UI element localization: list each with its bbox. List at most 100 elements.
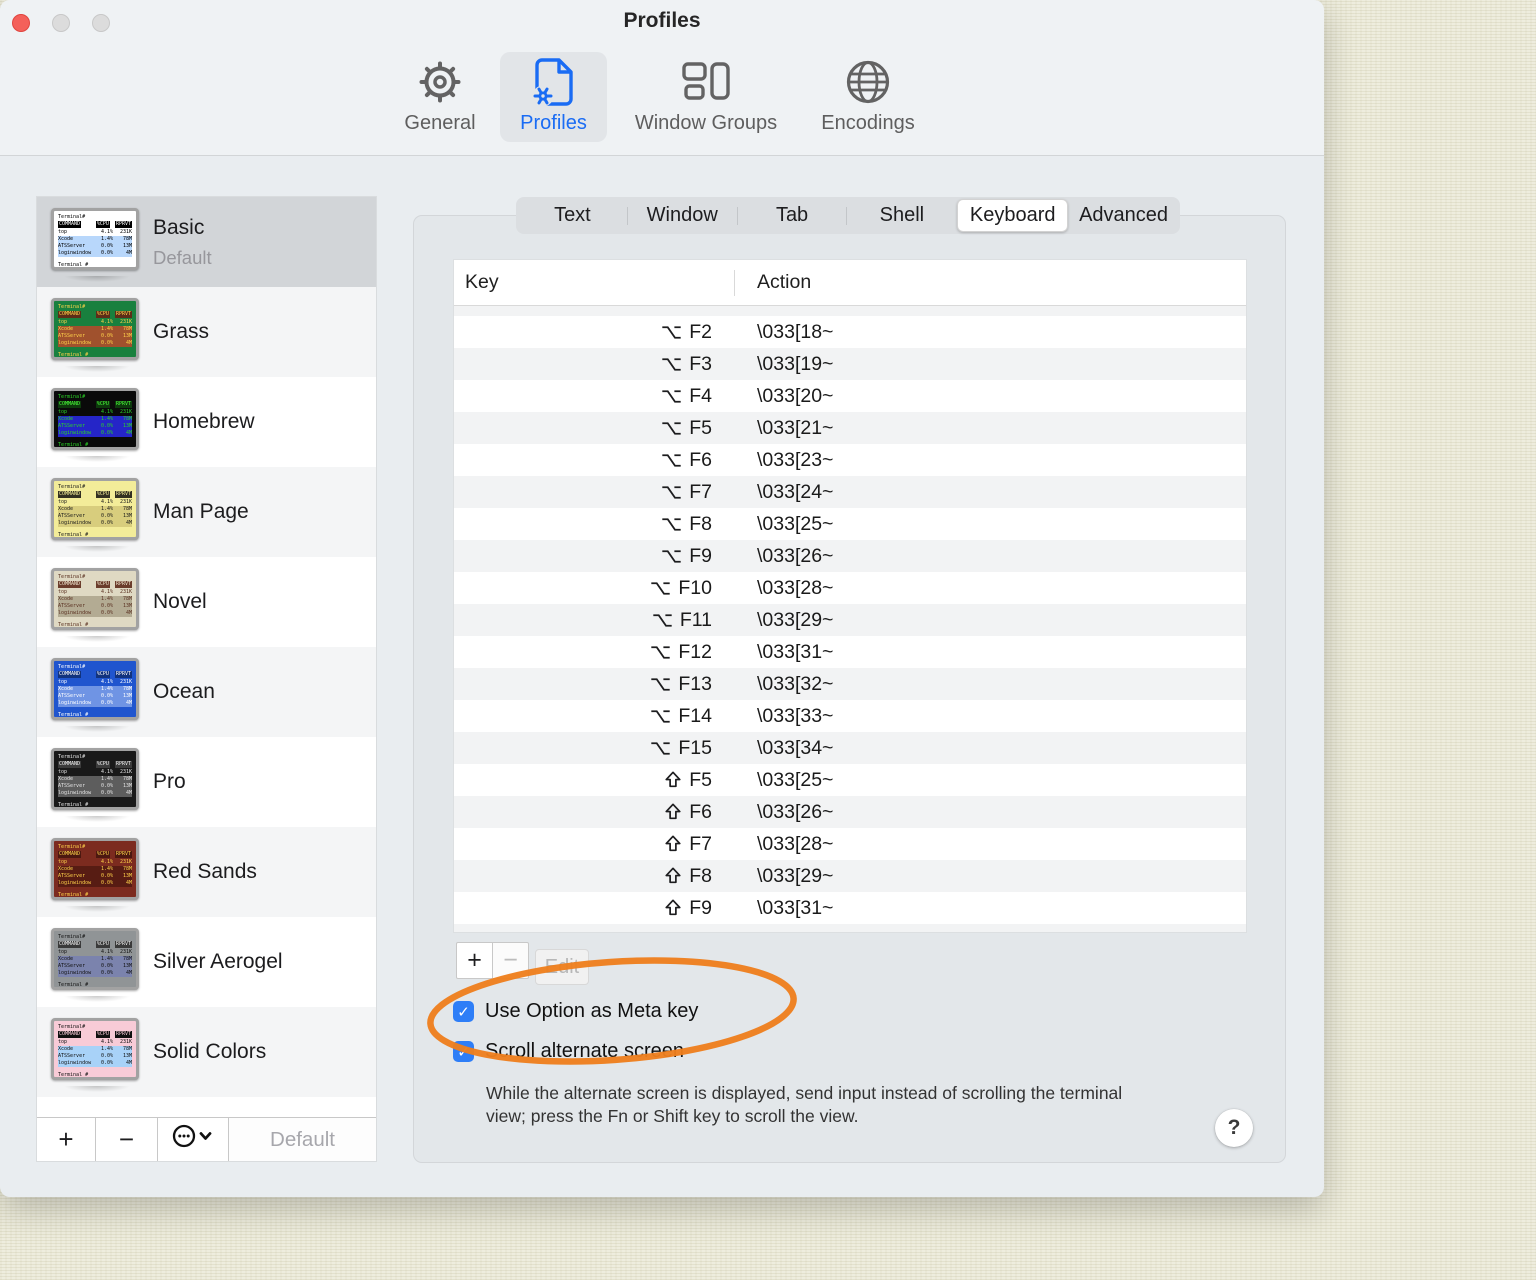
keymap-row[interactable]: F6 \033[26~ [454, 796, 1246, 828]
profile-row-homebrew[interactable]: Terminal# COMMAND %CPU RPRVT top 4.1% 231K Xcod… [37, 377, 376, 467]
key-cell: F5 [454, 412, 734, 444]
thumbnail-text: top [58, 499, 68, 505]
keymap-row[interactable]: F2 \033[18~ [454, 316, 1246, 348]
default-profile-button[interactable]: Default [229, 1118, 376, 1161]
profile-name: Basic [153, 216, 205, 239]
profile-thumbnail: Terminal# COMMAND %CPU RPRVT top 4.1% 231K Xcod… [51, 298, 139, 360]
help-button[interactable]: ? [1215, 1109, 1253, 1147]
remove-profile-button[interactable]: − [96, 1118, 158, 1161]
keymap-row[interactable]: F14 \033[33~ [454, 700, 1246, 732]
keymap-row[interactable]: F6 \033[23~ [454, 444, 1246, 476]
thumbnail-text: RPRVT [114, 851, 132, 858]
keymap-row[interactable]: F5 \033[21~ [454, 412, 1246, 444]
tab-tab[interactable]: Tab [738, 199, 847, 232]
shift-key-icon [665, 803, 681, 820]
action-label: \033[24~ [757, 480, 834, 503]
thumbnail-text: 1.4% [100, 416, 113, 422]
profile-row-ocean[interactable]: Terminal# COMMAND %CPU RPRVT top 4.1% 231K Xcod… [37, 647, 376, 737]
add-profile-button[interactable]: + [37, 1118, 96, 1161]
option-key-icon [662, 325, 681, 339]
thumbnail-text: Xcode [58, 866, 74, 872]
option-key-icon [661, 421, 682, 436]
thumbnail-text: top [58, 949, 68, 955]
thumbnail-text: 1.4% [100, 776, 113, 782]
use-option-as-meta-checkbox-row[interactable]: ✓ Use Option as Meta key [453, 1000, 698, 1023]
thumbnail-text: RPRVT [114, 401, 132, 408]
thumbnail-text: Terminal# [58, 1024, 86, 1030]
add-key-mapping-button[interactable]: + [456, 942, 493, 979]
tab-advanced[interactable]: Advanced [1069, 199, 1178, 232]
keymap-row[interactable]: F13 \033[32~ [454, 668, 1246, 700]
thumbnail-text: Terminal# [58, 304, 86, 310]
tab-keyboard[interactable]: Keyboard [957, 199, 1069, 232]
toolbar-item-window-groups[interactable]: Window Groups [618, 52, 794, 142]
profile-row-novel[interactable]: Terminal# COMMAND %CPU RPRVT top 4.1% 231K Xcod… [37, 557, 376, 647]
keymap-row[interactable]: F4 \033[20~ [454, 380, 1246, 412]
document-gear-icon [532, 56, 576, 108]
globe-icon [845, 56, 891, 108]
keymap-row[interactable]: F3 \033[19~ [454, 348, 1246, 380]
keymap-row[interactable]: F5 \033[25~ [454, 764, 1246, 796]
keymap-row[interactable]: F12 \033[31~ [454, 636, 1246, 668]
thumbnail-text: 4.1% [100, 589, 113, 595]
action-label: \033[26~ [757, 544, 834, 567]
key-label: F10 [678, 576, 712, 599]
keymap-row[interactable]: F10 \033[28~ [454, 572, 1246, 604]
option-key-icon [661, 549, 682, 564]
checkbox-checked-icon[interactable]: ✓ [453, 1041, 474, 1062]
thumbnail-reflection [53, 546, 141, 554]
thumbnail-text: 13M [122, 1053, 132, 1059]
keymap-row[interactable]: F8 \033[29~ [454, 860, 1246, 892]
thumbnail-text: top 4.1% 231K [58, 859, 132, 866]
thumbnail-text: 231K [119, 499, 132, 505]
option-key-icon [662, 389, 681, 403]
keymap-row[interactable]: F11 \033[29~ [454, 604, 1246, 636]
checkbox-checked-icon[interactable]: ✓ [453, 1001, 474, 1022]
keymap-row[interactable]: F9 \033[26~ [454, 540, 1246, 572]
thumbnail-text: 4M [125, 880, 132, 886]
action-cell: \033[23~ [734, 444, 1246, 476]
thumbnail-text: COMMAND %CPU RPRVT [58, 1031, 132, 1038]
keymap-row[interactable]: F8 \033[25~ [454, 508, 1246, 540]
toolbar-item-general[interactable]: General [392, 52, 488, 142]
profile-row-pro[interactable]: Terminal# COMMAND %CPU RPRVT top 4.1% 231K Xcod… [37, 737, 376, 827]
profile-row-basic[interactable]: Terminal# COMMAND %CPU RPRVT top 4.1% 231K Xcod… [37, 197, 376, 287]
tab-shell[interactable]: Shell [847, 199, 956, 232]
scroll-alternate-screen-checkbox-row[interactable]: ✓ Scroll alternate screen [453, 1040, 684, 1063]
remove-key-mapping-button[interactable]: − [492, 942, 529, 979]
keymap-row[interactable]: F7 \033[28~ [454, 828, 1246, 860]
thumbnail-text: 0.0% [100, 423, 113, 429]
profile-name: Homebrew [153, 410, 255, 433]
keymap-row[interactable]: F7 \033[24~ [454, 476, 1246, 508]
profile-row-silver-aerogel[interactable]: Terminal# COMMAND %CPU RPRVT top 4.1% 231K Xcod… [37, 917, 376, 1007]
profile-row-red-sands[interactable]: Terminal# COMMAND %CPU RPRVT top 4.1% 231K Xcod… [37, 827, 376, 917]
thumbnail-text: COMMAND [58, 941, 82, 948]
edit-key-mapping-button[interactable]: Edit [535, 949, 589, 985]
profile-actions-menu-button[interactable] [158, 1118, 229, 1161]
thumbnail-text: COMMAND %CPU RPRVT [58, 671, 132, 678]
thumbnail-reflection [53, 276, 141, 284]
thumbnail-text: 4.1% [100, 229, 113, 235]
thumbnail-text: 4M [125, 250, 132, 256]
toolbar-item-profiles[interactable]: Profiles [500, 52, 607, 142]
keymap-row[interactable]: F9 \033[31~ [454, 892, 1246, 924]
column-header-key: Key [465, 271, 499, 293]
toolbar-item-encodings[interactable]: Encodings [806, 52, 930, 142]
thumbnail-text: Xcode 1.4% 78M [58, 956, 132, 963]
tab-window[interactable]: Window [628, 199, 737, 232]
thumbnail-text: Terminal # [58, 1072, 89, 1078]
key-label: F6 [689, 448, 712, 471]
profile-row-grass[interactable]: Terminal# COMMAND %CPU RPRVT top 4.1% 231K Xcod… [37, 287, 376, 377]
thumbnail-text: Terminal# [58, 844, 86, 850]
column-divider[interactable] [734, 270, 735, 296]
thumbnail-text [83, 941, 94, 948]
keymap-row[interactable]: F15 \033[34~ [454, 732, 1246, 764]
thumbnail-text: top [58, 589, 68, 595]
thumbnail-text: ATSServer 0.0% 13M [58, 873, 132, 880]
profile-row-solid-colors[interactable]: Terminal# COMMAND %CPU RPRVT top 4.1% 231K Xcod… [37, 1007, 376, 1097]
tab-text[interactable]: Text [518, 199, 627, 232]
thumbnail-text: 78M [122, 686, 132, 692]
thumbnail-text: %CPU [95, 221, 110, 228]
profile-row-man-page[interactable]: Terminal# COMMAND %CPU RPRVT top 4.1% 231K Xcod… [37, 467, 376, 557]
thumbnail-text: 0.0% [100, 880, 113, 886]
